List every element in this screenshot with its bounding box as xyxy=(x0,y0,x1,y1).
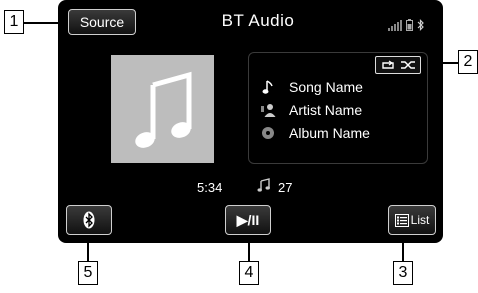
signal-bars-icon xyxy=(388,18,402,36)
artist-name: Artist Name xyxy=(289,102,363,118)
status-indicators xyxy=(388,18,424,36)
page-title: BT Audio xyxy=(221,11,295,30)
callout-3: 3 xyxy=(393,261,413,285)
list-button[interactable]: List xyxy=(388,205,436,235)
album-art xyxy=(111,55,214,163)
artist-row: Artist Name xyxy=(259,102,362,118)
play-pause-button[interactable]: ▶/II xyxy=(225,205,271,235)
track-info-panel: Song Name Artist Name Album Name xyxy=(248,52,428,164)
album-name: Album Name xyxy=(289,125,370,141)
shuffle-icon xyxy=(401,61,415,69)
song-name: Song Name xyxy=(289,79,363,95)
list-icon xyxy=(394,213,409,227)
album-row: Album Name xyxy=(259,125,370,141)
music-note-icon xyxy=(259,79,277,95)
list-label: List xyxy=(410,213,430,227)
repeat-shuffle-button[interactable] xyxy=(375,56,421,74)
source-button[interactable]: Source xyxy=(68,9,136,35)
battery-icon xyxy=(406,18,413,36)
album-icon xyxy=(259,125,277,141)
bluetooth-button[interactable] xyxy=(66,205,112,235)
callout-2: 2 xyxy=(458,50,478,74)
bluetooth-icon xyxy=(417,18,424,36)
bt-audio-screen: Source BT Audio Song Name Artist Name Al… xyxy=(58,0,443,243)
bluetooth-icon xyxy=(83,211,95,229)
repeat-icon xyxy=(382,60,394,69)
track-number: 27 xyxy=(278,180,293,195)
callout-4: 4 xyxy=(239,261,259,285)
callout-1: 1 xyxy=(4,10,24,34)
artist-icon xyxy=(259,102,277,118)
song-row: Song Name xyxy=(259,79,363,95)
track-number-icon xyxy=(257,178,271,197)
elapsed-time: 5:34 xyxy=(197,180,223,195)
music-note-icon xyxy=(135,71,192,148)
callout-5: 5 xyxy=(78,261,98,285)
